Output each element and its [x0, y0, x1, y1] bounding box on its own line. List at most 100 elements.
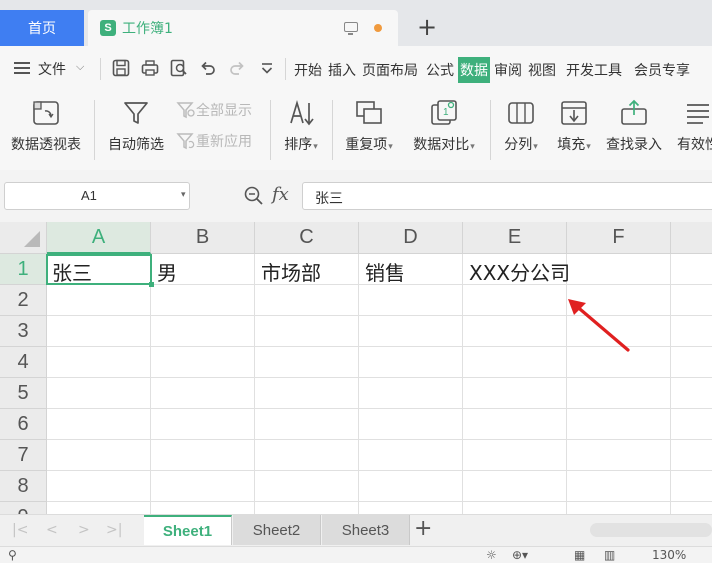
- menu-page-layout[interactable]: 页面布局: [362, 60, 418, 80]
- next-sheet-icon[interactable]: >: [78, 522, 90, 538]
- sheet-tab-1[interactable]: Sheet1: [144, 515, 232, 545]
- sort-button[interactable]: 排序▾: [276, 92, 326, 170]
- zoom-level[interactable]: 130%: [652, 548, 686, 562]
- menu-formula[interactable]: 公式: [426, 60, 454, 80]
- new-tab-button[interactable]: +: [412, 12, 442, 42]
- reapply-button[interactable]: 重新应用: [176, 131, 252, 151]
- tab-workbook[interactable]: S 工作簿1: [88, 10, 398, 46]
- caret-icon: ▾: [470, 142, 475, 152]
- svg-text:1: 1: [443, 107, 449, 118]
- column-header-c[interactable]: C: [255, 222, 359, 254]
- macro-icon[interactable]: ⚲: [8, 548, 17, 562]
- workbook-title: 工作簿1: [122, 21, 173, 37]
- cell-b1[interactable]: 男: [151, 254, 255, 285]
- cell-area[interactable]: [47, 254, 712, 514]
- spreadsheet-icon: S: [100, 20, 116, 36]
- column-header-e[interactable]: E: [463, 222, 567, 254]
- sheet-tab-3[interactable]: Sheet3: [322, 515, 410, 545]
- compare-icon: 1: [427, 98, 461, 128]
- row-header-9[interactable]: 9: [0, 502, 47, 514]
- reapply-label: 重新应用: [196, 134, 252, 150]
- last-sheet-icon[interactable]: >|: [106, 522, 122, 538]
- duplicates-button[interactable]: 重复项▾: [338, 92, 400, 170]
- page-view-icon[interactable]: ▥: [604, 548, 615, 562]
- column-header-a[interactable]: A: [47, 222, 151, 254]
- row-header-6[interactable]: 6: [0, 409, 47, 440]
- undo-icon[interactable]: [197, 57, 219, 79]
- unsaved-dot-icon: [374, 24, 382, 32]
- row-header-8[interactable]: 8: [0, 471, 47, 502]
- split-columns-button[interactable]: 分列▾: [496, 92, 546, 170]
- row-header-7[interactable]: 7: [0, 440, 47, 471]
- redo-icon[interactable]: [226, 57, 248, 79]
- name-box[interactable]: A1 ▾: [4, 182, 190, 210]
- divider: [100, 58, 101, 80]
- column-header-f[interactable]: F: [567, 222, 671, 254]
- select-all-corner[interactable]: [0, 222, 47, 254]
- title-tab-bar: 首页 S 工作簿1 +: [0, 0, 712, 46]
- file-menu[interactable]: 文件: [38, 59, 66, 79]
- divider: [270, 100, 271, 160]
- print-icon[interactable]: [139, 57, 161, 79]
- sort-label: 排序▾: [284, 137, 318, 153]
- cell-c1[interactable]: 市场部: [255, 254, 359, 285]
- add-sheet-button[interactable]: +: [414, 516, 432, 541]
- menu-data[interactable]: 数据: [458, 57, 490, 83]
- column-header-d[interactable]: D: [359, 222, 463, 254]
- row-header-4[interactable]: 4: [0, 347, 47, 378]
- hamburger-icon[interactable]: [14, 62, 30, 74]
- menu-view[interactable]: 视图: [528, 60, 556, 80]
- validity-button[interactable]: 有效性: [672, 92, 712, 170]
- normal-view-icon[interactable]: ▦: [574, 548, 585, 562]
- funnel-clear-icon: [176, 102, 195, 119]
- funnel-icon: [119, 98, 153, 128]
- pivot-table-label: 数据透视表: [11, 137, 81, 153]
- ribbon-data-tab: 数据透视表 自动筛选 全部显示 重新应用 排序▾ 重复项▾ 1 数据对比▾ 分列…: [0, 92, 712, 170]
- sheet-tab-2[interactable]: Sheet2: [233, 515, 321, 545]
- monitor-icon[interactable]: [344, 22, 358, 35]
- fill-button[interactable]: 填充▾: [550, 92, 598, 170]
- validity-icon: [681, 98, 712, 128]
- autofilter-button[interactable]: 自动筛选: [104, 92, 168, 170]
- lookup-entry-button[interactable]: 查找录入: [602, 92, 666, 170]
- row-header-3[interactable]: 3: [0, 316, 47, 347]
- menu-start[interactable]: 开始: [294, 60, 322, 80]
- print-preview-icon[interactable]: [168, 57, 190, 79]
- customize-toolbar-icon[interactable]: [256, 57, 278, 79]
- row-header-1[interactable]: 1: [0, 254, 47, 285]
- prev-sheet-icon[interactable]: <: [46, 522, 58, 538]
- caret-icon: ▾: [533, 142, 538, 152]
- chevron-down-icon[interactable]: ⌵: [76, 60, 84, 74]
- insert-function-icon[interactable]: fx: [272, 184, 289, 205]
- row-header-2[interactable]: 2: [0, 285, 47, 316]
- row-header-5[interactable]: 5: [0, 378, 47, 409]
- menu-review[interactable]: 审阅: [494, 60, 522, 80]
- tab-home[interactable]: 首页: [0, 10, 84, 46]
- zoom-icon[interactable]: [243, 185, 265, 207]
- first-sheet-icon[interactable]: |<: [12, 522, 28, 538]
- save-icon[interactable]: [110, 57, 132, 79]
- cell-e1[interactable]: XXX分公司: [463, 254, 613, 285]
- column-header-b[interactable]: B: [151, 222, 255, 254]
- formula-input[interactable]: 张三: [302, 182, 712, 210]
- divider: [285, 58, 286, 80]
- eye-protection-icon[interactable]: ☼: [486, 548, 497, 562]
- pivot-table-button[interactable]: 数据透视表: [6, 92, 86, 170]
- column-header-g[interactable]: G: [671, 222, 712, 254]
- menu-member[interactable]: 会员专享: [634, 60, 690, 80]
- duplicates-icon: [352, 98, 386, 128]
- cell-d1[interactable]: 销售: [359, 254, 463, 285]
- formula-bar: A1 ▾ fx 张三: [0, 170, 712, 222]
- menu-insert[interactable]: 插入: [328, 60, 356, 80]
- menu-developer[interactable]: 开发工具: [566, 60, 622, 80]
- menu-bar: 文件 ⌵ 开始 插入 页面布局 公式 数据 审阅 视图 开发工具 会员专享: [0, 46, 712, 92]
- data-compare-button[interactable]: 1 数据对比▾: [406, 92, 482, 170]
- funnel-refresh-icon: [176, 133, 195, 150]
- cell-a1[interactable]: 张三: [46, 254, 154, 287]
- chevron-down-icon[interactable]: ▾: [181, 189, 186, 200]
- input-method-icon[interactable]: ⊕▾: [512, 548, 528, 562]
- fill-down-icon: [557, 98, 591, 128]
- spreadsheet-grid[interactable]: A B C D E F G 1 2 3 4 5 6 7 8 9 张三 男 市场部…: [0, 222, 712, 514]
- show-all-button[interactable]: 全部显示: [176, 100, 252, 120]
- horizontal-scrollbar[interactable]: [590, 523, 712, 537]
